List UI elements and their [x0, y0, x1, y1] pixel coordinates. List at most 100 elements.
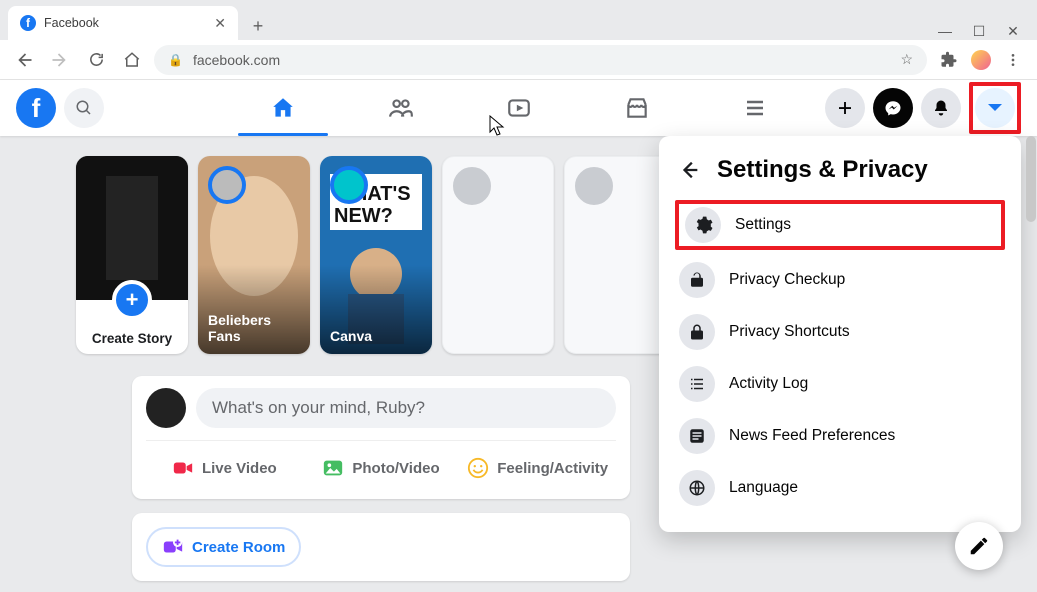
- nav-watch[interactable]: [464, 80, 574, 136]
- menu-item-language[interactable]: Language: [669, 462, 1011, 514]
- edit-fab[interactable]: [955, 522, 1003, 570]
- star-icon[interactable]: ☆: [900, 51, 913, 68]
- fb-search-button[interactable]: [64, 88, 104, 128]
- composer-prompt[interactable]: What's on your mind, Ruby?: [196, 388, 616, 428]
- puzzle-icon: [940, 51, 958, 69]
- story-item[interactable]: Beliebers Fans: [198, 156, 310, 354]
- fb-right-controls: [825, 82, 1021, 134]
- nav-home[interactable]: [228, 80, 338, 136]
- browser-tab[interactable]: f Facebook ✕: [8, 6, 238, 40]
- gear-icon: [685, 207, 721, 243]
- home-icon: [270, 95, 296, 121]
- nav-friends[interactable]: [346, 80, 456, 136]
- fb-logo[interactable]: f: [16, 88, 56, 128]
- lock-open-icon: [679, 262, 715, 298]
- home-button[interactable]: [118, 46, 146, 74]
- menu-item-settings[interactable]: Settings: [675, 200, 1005, 250]
- menu-item-privacy-shortcuts[interactable]: Privacy Shortcuts: [669, 306, 1011, 358]
- search-icon: [75, 99, 93, 117]
- photo-icon: [322, 457, 344, 479]
- account-menu-button[interactable]: [975, 88, 1015, 128]
- menu-label: Language: [729, 479, 798, 497]
- plus-icon: [836, 99, 854, 117]
- menu-label: Settings: [735, 216, 791, 234]
- smile-icon: [467, 457, 489, 479]
- messenger-icon: [884, 99, 902, 117]
- menu-back-button[interactable]: [679, 159, 701, 181]
- settings-privacy-menu: Settings & Privacy Settings Privacy Chec…: [659, 136, 1021, 532]
- browser-toolbar: 🔒 facebook.com ☆: [0, 40, 1037, 80]
- nav-marketplace[interactable]: [582, 80, 692, 136]
- back-button[interactable]: [10, 46, 38, 74]
- menu-item-activity-log[interactable]: Activity Log: [669, 358, 1011, 410]
- menu-title: Settings & Privacy: [717, 156, 928, 184]
- notifications-button[interactable]: [921, 88, 961, 128]
- menu-item-privacy-checkup[interactable]: Privacy Checkup: [669, 254, 1011, 306]
- arrow-right-icon: [51, 51, 69, 69]
- maximize-icon[interactable]: ☐: [971, 23, 987, 40]
- story-name: Canva: [330, 328, 422, 344]
- extensions-button[interactable]: [935, 46, 963, 74]
- menu-label: Activity Log: [729, 375, 808, 393]
- pencil-icon: [968, 535, 990, 557]
- globe-icon: [679, 470, 715, 506]
- nav-menu[interactable]: [700, 80, 810, 136]
- create-room-label: Create Room: [192, 539, 285, 556]
- story-avatar-placeholder: [575, 167, 613, 205]
- page-scrollbar[interactable]: [1026, 136, 1036, 222]
- create-button[interactable]: [825, 88, 865, 128]
- menu-label: Privacy Shortcuts: [729, 323, 850, 341]
- reload-button[interactable]: [82, 46, 110, 74]
- new-tab-button[interactable]: +: [244, 12, 272, 40]
- minimize-icon[interactable]: —: [937, 23, 953, 40]
- reload-icon: [88, 51, 105, 68]
- address-bar[interactable]: 🔒 facebook.com ☆: [154, 45, 927, 75]
- photo-video-label: Photo/Video: [352, 460, 439, 477]
- url-text: facebook.com: [193, 52, 280, 68]
- watch-icon: [506, 95, 532, 121]
- user-avatar[interactable]: [146, 388, 186, 428]
- menu-item-news-feed-prefs[interactable]: News Feed Preferences: [669, 410, 1011, 462]
- story-create[interactable]: + Create Story: [76, 156, 188, 354]
- rooms-card: Create Room: [132, 513, 630, 581]
- fb-topbar: f: [0, 80, 1037, 136]
- feed-icon: [679, 418, 715, 454]
- story-avatar: [330, 166, 368, 204]
- create-room-button[interactable]: Create Room: [146, 527, 301, 567]
- browser-menu-button[interactable]: [999, 46, 1027, 74]
- facebook-favicon: f: [20, 15, 36, 31]
- forward-button[interactable]: [46, 46, 74, 74]
- photo-video-button[interactable]: Photo/Video: [303, 449, 460, 487]
- story-create-bg: +: [76, 156, 188, 300]
- live-video-button[interactable]: Live Video: [146, 449, 303, 487]
- story-item[interactable]: WHAT'SNEW? Canva: [320, 156, 432, 354]
- extension-badge[interactable]: [971, 50, 991, 70]
- story-avatar: [208, 166, 246, 204]
- store-icon: [624, 95, 650, 121]
- arrow-left-icon: [15, 51, 33, 69]
- window-controls: — ☐ ✕: [937, 15, 1037, 40]
- feeling-label: Feeling/Activity: [497, 460, 608, 477]
- video-plus-icon: [162, 536, 184, 558]
- highlight-account-menu: [969, 82, 1021, 134]
- home-icon: [123, 51, 141, 69]
- browser-tabstrip: f Facebook ✕ + — ☐ ✕: [0, 0, 1037, 40]
- story-placeholder[interactable]: [442, 156, 554, 354]
- fb-center-nav: [228, 80, 810, 136]
- placeholder-image: [76, 156, 188, 300]
- story-name: Beliebers Fans: [208, 312, 300, 344]
- hamburger-icon: [743, 96, 767, 120]
- feeling-button[interactable]: Feeling/Activity: [459, 449, 616, 487]
- live-video-label: Live Video: [202, 460, 277, 477]
- messenger-button[interactable]: [873, 88, 913, 128]
- lock-icon: 🔒: [168, 53, 183, 67]
- kebab-icon: [1005, 52, 1021, 68]
- video-icon: [172, 457, 194, 479]
- menu-label: News Feed Preferences: [729, 427, 895, 445]
- list-icon: [679, 366, 715, 402]
- caret-down-icon: [987, 103, 1003, 113]
- close-tab-icon[interactable]: ✕: [214, 15, 226, 32]
- bell-icon: [932, 99, 950, 117]
- close-window-icon[interactable]: ✕: [1005, 23, 1021, 40]
- lock-icon: [679, 314, 715, 350]
